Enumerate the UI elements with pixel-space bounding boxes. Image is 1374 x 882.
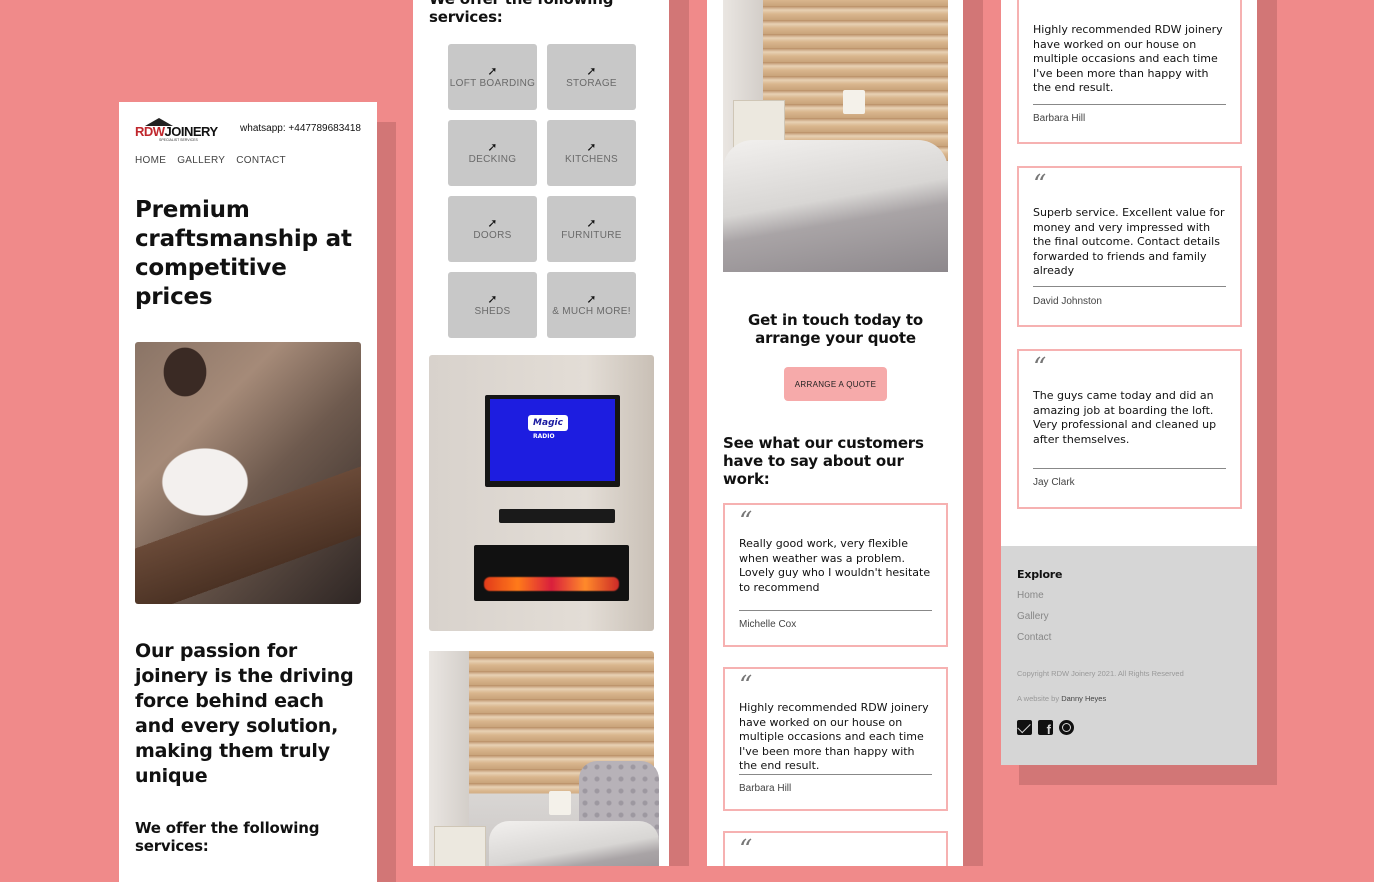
review-author: Jay Clark — [1033, 477, 1075, 488]
gallery-photo-bedroom — [429, 651, 659, 866]
service-tile[interactable]: ➚ STORAGE — [547, 44, 636, 110]
credit-link[interactable]: Danny Heyes — [1061, 694, 1106, 703]
review-author: Michelle Cox — [739, 619, 797, 630]
credit-line: A website by Danny Heyes — [1017, 694, 1106, 703]
logo-second: JOINERY — [164, 124, 219, 139]
gallery-photo-media-wall: Magic RADIO — [429, 355, 654, 631]
copyright-text: Copyright RDW Joinery 2021. All Rights R… — [1017, 669, 1184, 678]
hammer-icon: ➚ — [487, 216, 498, 230]
tv: Magic RADIO — [485, 395, 620, 487]
review-text: Superb service. Excellent value for mone… — [1033, 206, 1225, 277]
service-label: & MUCH MORE! — [552, 306, 631, 317]
rdw-logo[interactable]: RDWJOINERY SPECIALIST SERVICES — [135, 118, 219, 142]
service-label: STORAGE — [566, 78, 617, 89]
nav-contact[interactable]: CONTACT — [236, 155, 286, 166]
nav-gallery[interactable]: GALLERY — [177, 155, 225, 166]
services-heading: We offer the following services: — [429, 0, 613, 26]
review-divider — [1033, 104, 1226, 105]
whatsapp-link[interactable]: whatsapp: +447789683418 — [240, 123, 361, 134]
review-card: “ Superb service. Excellent value for mo… — [1017, 166, 1242, 327]
email-icon[interactable] — [1017, 720, 1032, 735]
cta-title: Get in touch today to arrange your quote — [747, 311, 924, 347]
review-card: “ — [723, 831, 948, 866]
service-label: SHEDS — [474, 306, 511, 317]
review-text: Highly recommended RDW joinery have work… — [739, 701, 929, 772]
site-footer: Explore Home Gallery Contact Copyright R… — [1001, 546, 1257, 765]
soundbar — [499, 509, 615, 523]
review-text: Highly recommended RDW joinery have work… — [1033, 23, 1223, 94]
review-divider — [1033, 286, 1226, 287]
review-card: “ Really good work, very flexible when w… — [723, 503, 948, 647]
review-text: Really good work, very flexible when wea… — [739, 537, 931, 594]
hammer-icon: ➚ — [586, 64, 597, 78]
mobile-preview-quote: Get in touch today to arrange your quote… — [707, 0, 963, 866]
logo-main: RDW — [135, 124, 165, 139]
logo-subtitle: SPECIALIST SERVICES — [159, 138, 198, 142]
mobile-preview-services: We offer the following services: ➚LOFT B… — [413, 0, 669, 866]
hammer-icon: ➚ — [586, 292, 597, 306]
service-tile[interactable]: ➚ & MUCH MORE! — [547, 272, 636, 338]
review-card: “ The guys came today and did an amazing… — [1017, 349, 1242, 509]
reviews-heading: See what our customers have to say about… — [723, 434, 924, 488]
review-divider — [1033, 468, 1226, 469]
hammer-icon: ➚ — [586, 140, 597, 154]
gallery-photo-bedroom — [723, 0, 948, 272]
review-author: Barbara Hill — [739, 783, 792, 794]
review-divider — [739, 774, 932, 775]
review-divider — [739, 610, 932, 611]
service-tile[interactable]: ➚ FURNITURE — [547, 196, 636, 262]
review-author: Barbara Hill — [1033, 113, 1086, 124]
quote-icon: “ — [1033, 0, 1046, 14]
social-icons — [1017, 720, 1074, 737]
hero-title: Premium craftsmanship at competitive pri… — [135, 197, 352, 310]
service-tile[interactable]: ➚ KITCHENS — [547, 120, 636, 186]
review-author: David Johnston — [1033, 296, 1102, 307]
service-label: KITCHENS — [565, 154, 618, 165]
services-grid: ➚ LOFT BOARDING ➚ STORAGE ➚ DECKING ➚ KITCHE… — [448, 44, 636, 338]
service-tile[interactable]: ➚ SHEDS — [448, 272, 537, 338]
service-tile[interactable]: ➚ LOFT BOARDING — [448, 44, 537, 110]
footer-link-home[interactable]: Home — [1017, 590, 1044, 601]
nav-home[interactable]: HOME — [135, 155, 166, 166]
tv-brand-sub: RADIO — [533, 433, 555, 440]
service-label: FURNITURE — [561, 230, 622, 241]
quote-icon: “ — [739, 507, 753, 537]
tv-brand: Magic — [528, 415, 568, 431]
hero-photo-joiner — [135, 342, 361, 604]
footer-explore-title: Explore — [1017, 568, 1063, 581]
service-tile[interactable]: ➚ DOORS — [448, 196, 537, 262]
review-card: “ Highly recommended RDW joinery have wo… — [723, 667, 948, 811]
credit-prefix: A website by — [1017, 694, 1060, 703]
mobile-preview-testimonials: “ Highly recommended RDW joinery have wo… — [1001, 0, 1257, 765]
footer-link-contact[interactable]: Contact — [1017, 632, 1051, 643]
arrange-quote-button[interactable]: ARRANGE A QUOTE — [784, 367, 887, 401]
mobile-preview-home: RDWJOINERY SPECIALIST SERVICES whatsapp:… — [119, 102, 377, 882]
hammer-icon: ➚ — [586, 216, 597, 230]
service-label: DOORS — [473, 230, 512, 241]
quote-icon: “ — [1033, 170, 1047, 200]
whatsapp-icon[interactable] — [1059, 720, 1074, 735]
hammer-icon: ➚ — [487, 64, 498, 78]
main-nav: HOME GALLERY CONTACT — [135, 155, 286, 166]
electric-fire — [474, 545, 629, 601]
service-tile[interactable]: ➚ DECKING — [448, 120, 537, 186]
review-card: “ Highly recommended RDW joinery have wo… — [1017, 0, 1242, 144]
quote-icon: “ — [739, 835, 753, 865]
footer-link-gallery[interactable]: Gallery — [1017, 611, 1049, 622]
service-label: LOFT BOARDING — [449, 78, 536, 89]
hammer-icon: ➚ — [487, 140, 498, 154]
review-text: The guys came today and did an amazing j… — [1033, 389, 1217, 446]
quote-icon: “ — [1033, 353, 1047, 383]
facebook-icon[interactable] — [1038, 720, 1053, 737]
hammer-icon: ➚ — [487, 292, 498, 306]
service-label: DECKING — [468, 154, 517, 165]
quote-icon: “ — [739, 671, 753, 701]
passion-text: Our passion for joinery is the driving f… — [135, 640, 354, 787]
services-heading: We offer the following services: — [135, 819, 320, 855]
